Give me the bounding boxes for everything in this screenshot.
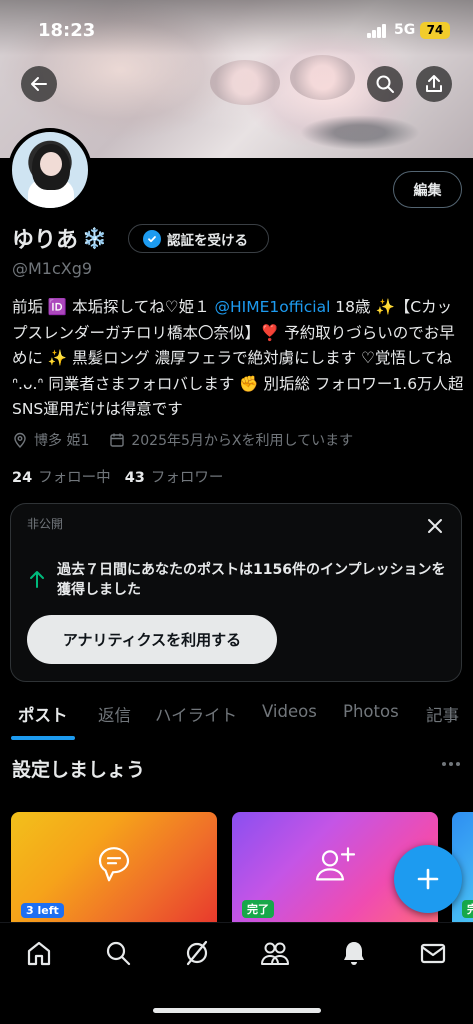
- share-icon: [426, 75, 442, 92]
- tab-videos[interactable]: Videos: [262, 702, 317, 721]
- tab-replies[interactable]: 返信: [98, 702, 131, 726]
- notifications-icon: [344, 942, 364, 965]
- tile-badge: 3 left: [21, 903, 64, 918]
- followers-link[interactable]: 43 フォロワー: [125, 466, 224, 487]
- following-link[interactable]: 24 フォロー中: [12, 466, 111, 487]
- nav-search[interactable]: [102, 937, 134, 969]
- calendar-icon: [110, 433, 125, 447]
- follow-stats: 24 フォロー中 43 フォロワー: [12, 466, 223, 487]
- nav-notifications[interactable]: [338, 937, 370, 969]
- bottom-nav: [0, 922, 473, 986]
- profile-name: ゆりあ ❄️: [12, 222, 107, 254]
- setup-tile[interactable]: 3 left: [11, 812, 217, 924]
- plus-icon: [417, 868, 439, 890]
- active-tab-indicator: [11, 736, 75, 740]
- messages-icon: [420, 943, 446, 964]
- banner-detail: [290, 55, 355, 100]
- battery-icon: 74: [420, 22, 450, 39]
- tab-posts[interactable]: ポスト: [18, 702, 68, 726]
- avatar-figure: [40, 152, 62, 176]
- network-label: 5G: [394, 22, 416, 38]
- avatar[interactable]: [8, 128, 92, 212]
- profile-meta: 博多 姫1 2025年5月からXを利用しています: [12, 430, 353, 450]
- private-label: 非公開: [27, 517, 64, 531]
- setup-title: 設定しましょう: [12, 759, 146, 781]
- user-handle: @M1cXg9: [12, 259, 93, 278]
- nav-communities[interactable]: [259, 937, 291, 969]
- bio-mention-link[interactable]: @HIME1official: [215, 298, 331, 316]
- chat-bubble-icon: [98, 847, 130, 882]
- verify-label: 認証を受ける: [167, 232, 248, 249]
- display-name: ゆりあ: [12, 228, 79, 253]
- tile-badge: 完: [462, 900, 473, 918]
- location-text: 博多 姫1: [34, 433, 90, 449]
- followers-label: フォロワー: [150, 470, 224, 486]
- compose-button[interactable]: [394, 845, 462, 913]
- share-button[interactable]: [416, 66, 452, 102]
- verified-badge-icon: [143, 229, 161, 248]
- analytics-card: 非公開 過去７日間にあなたのポストは1156件のインプレッションを獲得しました …: [10, 503, 462, 682]
- back-arrow-icon: [31, 77, 47, 91]
- search-icon: [376, 75, 394, 93]
- search-icon: [106, 941, 131, 966]
- back-button[interactable]: [21, 66, 57, 102]
- nav-messages[interactable]: [417, 937, 449, 969]
- use-analytics-button[interactable]: アナリティクスを利用する: [27, 615, 277, 664]
- followers-count: 43: [124, 470, 145, 486]
- edit-profile-button[interactable]: 編集: [393, 171, 462, 208]
- following-label: フォロー中: [38, 470, 111, 486]
- impressions-text: 過去７日間にあなたのポストは1156件のインプレッションを獲得しました: [57, 562, 446, 598]
- nav-home[interactable]: [23, 937, 55, 969]
- home-indicator[interactable]: [153, 1008, 321, 1013]
- status-bar: 18:23 5G 74: [0, 18, 473, 44]
- bio-text: 前垢 🆔 本垢探してね♡姫１: [12, 298, 215, 316]
- close-icon[interactable]: [425, 516, 445, 536]
- tab-highlights[interactable]: ハイライト: [155, 702, 237, 726]
- search-button[interactable]: [367, 66, 403, 102]
- arrow-up-icon: [30, 571, 44, 588]
- bio-text: 18歳 ✨【Cカップスレンダーガチロリ橋本〇奈似】❣️ 予約取りづらいのでお早め…: [12, 298, 464, 418]
- nav-grok[interactable]: [181, 937, 213, 969]
- add-user-icon: [315, 847, 356, 881]
- tab-articles[interactable]: 記事: [426, 702, 459, 726]
- profile-bio: 前垢 🆔 本垢探してね♡姫１ @HIME1official 18歳 ✨【Cカップ…: [12, 295, 464, 423]
- home-icon: [27, 941, 51, 966]
- banner-detail: [210, 60, 280, 105]
- joined-text: 2025年5月からXを利用しています: [131, 433, 354, 449]
- following-count: 24: [12, 470, 33, 486]
- more-options-icon[interactable]: [442, 762, 462, 768]
- tile-badge: 完了: [242, 900, 274, 918]
- location-icon: [14, 432, 26, 448]
- grok-icon: [186, 940, 208, 966]
- communities-icon: [261, 942, 289, 965]
- get-verified-button[interactable]: 認証を受ける: [128, 224, 269, 253]
- banner-detail: [300, 115, 420, 150]
- signal-icon: [367, 24, 387, 38]
- name-emoji: ❄️: [82, 226, 107, 250]
- status-time: 18:23: [38, 20, 96, 41]
- tab-photos[interactable]: Photos: [343, 702, 399, 721]
